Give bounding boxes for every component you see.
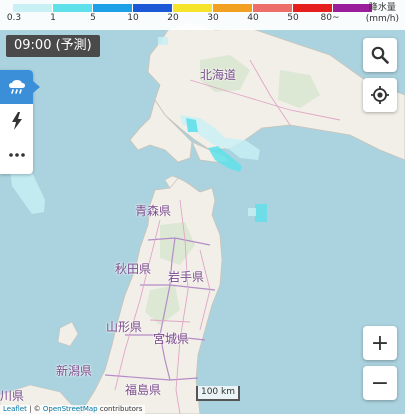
label-hokkaido: 北海道 [200,68,237,82]
label-miyagi: 宮城県 [153,332,190,346]
label-yamagata: 山形県 [106,320,143,334]
label-iwate: 岩手県 [168,270,205,284]
zoom-out-button[interactable]: − [363,366,397,400]
legend-tick: 20 [167,13,179,23]
legend-swatch [13,4,53,12]
map-view[interactable]: 0.3 1 5 10 20 30 40 50 80~ 降水量 (mm/h) 09… [0,0,405,414]
legend-tick: 0.3 [6,13,22,23]
zoom-in-button[interactable]: + [363,326,397,360]
legend-swatch [53,4,93,12]
more-button[interactable] [0,138,33,172]
label-ishikawa: 川県 [0,389,25,403]
more-icon [8,153,25,157]
osm-link[interactable]: OpenStreetMap [43,405,98,413]
legend-tick: 30 [207,13,219,23]
attribution-separator: | © [26,405,43,413]
legend-tick: 5 [90,13,96,23]
legend-swatch [173,4,213,12]
search-button[interactable] [363,38,397,72]
legend-title: 降水量 (mm/h) [366,3,399,25]
legend-ticks: 0.3 1 5 10 20 30 40 50 80~ [0,13,405,27]
lightning-layer-button[interactable] [0,104,33,138]
legend-title-unit: (mm/h) [365,14,399,24]
legend-swatch [133,4,173,12]
legend-tick: 50 [287,13,299,23]
legend-swatch [293,4,333,12]
search-icon [371,46,389,64]
label-aomori: 青森県 [135,204,172,218]
legend-tick: 1 [50,13,56,23]
leaflet-link[interactable]: Leaflet [3,405,27,413]
legend-tick: 10 [127,13,139,23]
legend-tick: 40 [247,13,259,23]
rain-cloud-icon [8,80,25,94]
label-akita: 秋田県 [115,262,152,276]
rain-layer-button[interactable] [0,70,40,104]
scale-bar: 100 km [196,386,240,401]
legend-tick: 80~ [320,13,340,23]
lightning-icon [11,112,22,130]
legend-swatch [93,4,133,12]
label-niigata: 新潟県 [56,364,93,378]
layer-panel [0,70,40,174]
locate-icon [371,86,389,104]
legend-swatch [213,4,253,12]
locate-button[interactable] [363,78,397,112]
label-fukushima: 福島県 [125,383,162,397]
forecast-time-badge: 09:00 (予測) [6,35,100,57]
attribution-rest: contributors [97,405,143,413]
attribution: Leaflet | © OpenStreetMap contributors [0,405,146,414]
legend-title-main: 降水量 [368,3,396,13]
sado-island [57,321,79,347]
legend-color-bar [13,4,373,12]
precipitation-legend: 0.3 1 5 10 20 30 40 50 80~ 降水量 (mm/h) [0,0,405,30]
base-map [0,21,405,414]
legend-swatch [253,4,293,12]
